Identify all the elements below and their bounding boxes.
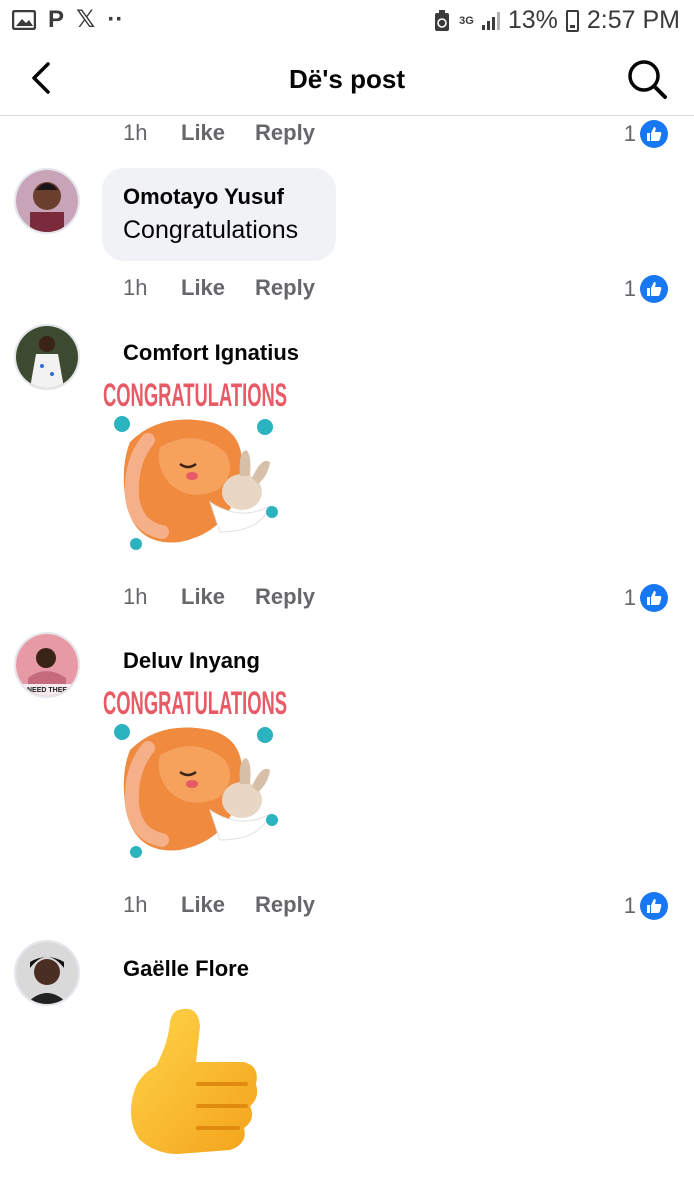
comment-author[interactable]: Deluv Inyang bbox=[123, 648, 260, 674]
like-button[interactable]: Like bbox=[181, 120, 225, 146]
more-dots-icon: ·· bbox=[107, 6, 124, 33]
like-button[interactable]: Like bbox=[181, 275, 225, 301]
search-icon[interactable] bbox=[626, 58, 668, 100]
battery-icon bbox=[565, 9, 579, 32]
like-button[interactable]: Like bbox=[181, 892, 225, 918]
like-button[interactable]: Like bbox=[181, 584, 225, 610]
comment-actions: 1h Like Reply bbox=[123, 275, 345, 301]
avatar[interactable] bbox=[14, 168, 80, 234]
x-icon: 𝕏 bbox=[76, 6, 96, 33]
reaction-count-number: 1 bbox=[623, 276, 636, 301]
thumbs-up-icon bbox=[640, 584, 668, 612]
reaction-count-number: 1 bbox=[623, 893, 636, 918]
reaction-count[interactable]: 1 bbox=[624, 584, 668, 612]
reply-button[interactable]: Reply bbox=[255, 584, 315, 610]
avatar[interactable]: NEED THEE bbox=[14, 632, 80, 698]
clock: 2:57 PM bbox=[586, 6, 680, 34]
avatar[interactable] bbox=[14, 324, 80, 390]
status-bar: P 𝕏 ·· 3G 13% 2:57 PM bbox=[0, 0, 694, 42]
p-icon: P bbox=[48, 6, 65, 33]
thumbs-up-icon bbox=[640, 120, 668, 148]
reaction-count-number: 1 bbox=[623, 121, 636, 146]
reaction-count[interactable]: 1 bbox=[624, 120, 668, 148]
image-icon bbox=[12, 10, 36, 30]
reaction-count-number: 1 bbox=[623, 585, 636, 610]
comment-time: 1h bbox=[123, 120, 148, 145]
comment-time: 1h bbox=[123, 892, 148, 917]
reaction-count[interactable]: 1 bbox=[624, 275, 668, 303]
comment-text: Congratulations bbox=[123, 216, 299, 244]
congratulations-sticker[interactable]: CONGRATULATIONS bbox=[100, 680, 290, 870]
comment-author[interactable]: Omotayo Yusuf bbox=[123, 184, 284, 210]
battery-percent: 13% bbox=[507, 6, 558, 34]
comment-bubble[interactable]: Omotayo Yusuf Congratulations bbox=[102, 168, 336, 261]
sticker-caption: CONGRATULATIONS bbox=[103, 685, 287, 721]
comment-author[interactable]: Comfort Ignatius bbox=[123, 340, 299, 366]
reaction-count[interactable]: 1 bbox=[624, 892, 668, 920]
reply-button[interactable]: Reply bbox=[255, 892, 315, 918]
comment-author[interactable]: Gaëlle Flore bbox=[123, 956, 249, 982]
thumbs-up-icon bbox=[640, 892, 668, 920]
signal-icon bbox=[481, 11, 500, 30]
avatar-caption: NEED THEE bbox=[27, 687, 67, 694]
comment-time: 1h bbox=[123, 584, 148, 609]
comment-actions: 1h Like Reply bbox=[123, 892, 345, 918]
comment-time: 1h bbox=[123, 275, 148, 300]
network-type: 3G bbox=[459, 14, 474, 27]
comment-actions: 1h Like Reply bbox=[123, 120, 345, 146]
sticker-caption: CONGRATULATIONS bbox=[103, 377, 287, 413]
comment-actions: 1h Like Reply bbox=[123, 584, 345, 610]
avatar[interactable] bbox=[14, 940, 80, 1006]
congratulations-sticker[interactable]: CONGRATULATIONS bbox=[100, 372, 290, 562]
thumbs-up-emoji[interactable] bbox=[126, 1004, 262, 1164]
page-title: Dë's post bbox=[289, 64, 405, 94]
reply-button[interactable]: Reply bbox=[255, 120, 315, 146]
recycle-icon bbox=[435, 9, 450, 31]
reply-button[interactable]: Reply bbox=[255, 275, 315, 301]
post-header: Dë's post bbox=[0, 42, 694, 116]
thumbs-up-icon bbox=[640, 275, 668, 303]
